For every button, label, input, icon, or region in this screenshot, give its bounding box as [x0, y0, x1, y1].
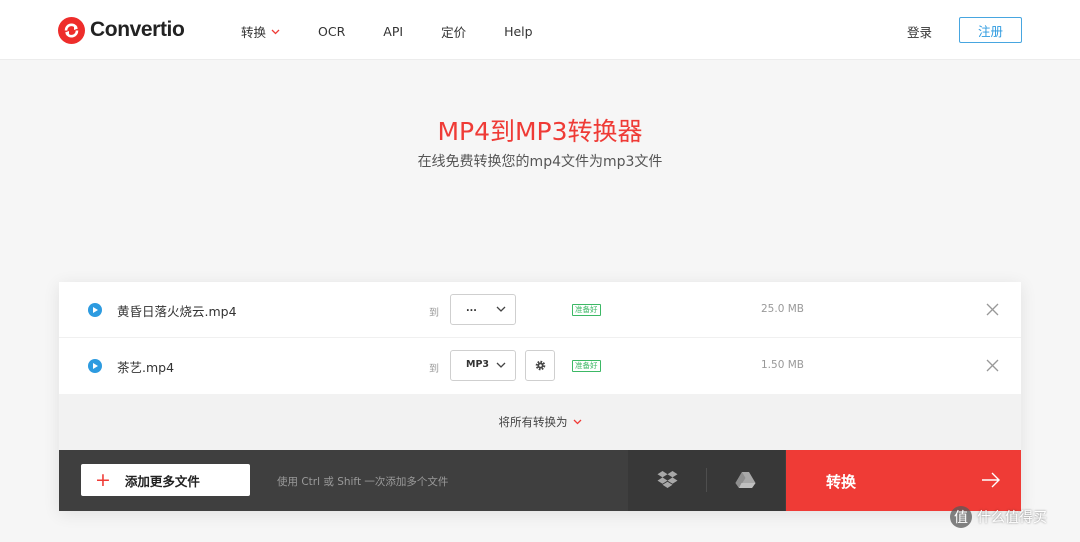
watermark: 值 什么值得买 [950, 506, 1047, 528]
chevron-down-icon [496, 306, 506, 312]
watermark-badge: 值 [950, 506, 972, 528]
page-subtitle: 在线免费转换您的mp4文件为mp3文件 [417, 154, 663, 170]
chevron-down-icon [573, 419, 581, 425]
settings-button[interactable] [525, 350, 555, 381]
add-more-files-button[interactable]: + 添加更多文件 [81, 464, 250, 496]
file-name: 黄昏日落火烧云.mp4 [117, 304, 237, 319]
file-list-panel: 黄昏日落火烧云.mp4 到 ... 准备好 25.0 MB 茶艺.mp4 到 M… [59, 282, 1021, 511]
nav-item-convert[interactable]: 转换 [241, 22, 280, 41]
add-more-files-label: 添加更多文件 [124, 473, 200, 489]
arrow-right-icon [982, 472, 1000, 488]
format-select[interactable]: MP3 [450, 350, 516, 381]
file-size: 1.50 MB [761, 359, 804, 371]
gear-icon [535, 360, 545, 371]
format-select[interactable]: ... [450, 294, 516, 325]
convert-label: 转换 [826, 473, 857, 491]
nav-item-label: 定价 [441, 25, 467, 40]
nav-item-label: 转换 [241, 25, 267, 40]
watermark-text: 什么值得买 [977, 510, 1047, 526]
format-value: ... [466, 303, 477, 314]
nav-item-help[interactable]: Help [504, 24, 533, 39]
convertio-logo-icon [58, 16, 85, 44]
file-row: 茶艺.mp4 到 MP3 准备好 1.50 MB [59, 338, 1021, 394]
convertio-logo[interactable]: Convertio [58, 16, 185, 44]
play-icon[interactable] [88, 303, 102, 317]
file-size: 25.0 MB [761, 303, 804, 315]
page-title: MP4到MP3转换器 [437, 117, 643, 146]
play-icon[interactable] [88, 359, 102, 373]
top-header: Convertio 转换 OCR API 定价 Help 登录 注册 [0, 0, 1080, 60]
nav-item-label: Help [504, 24, 533, 39]
chevron-down-icon [496, 362, 506, 368]
divider [706, 468, 707, 492]
status-badge: 准备好 [572, 360, 601, 372]
format-value: MP3 [466, 359, 490, 370]
nav-item-pricing[interactable]: 定价 [441, 22, 466, 41]
chevron-down-icon [271, 29, 280, 34]
action-bar: + 添加更多文件 使用 Ctrl 或 Shift 一次添加多个文件 转换 [59, 450, 1021, 511]
to-label: 到 [429, 308, 439, 319]
cloud-sources [628, 450, 785, 511]
close-icon[interactable] [985, 302, 1000, 317]
close-icon[interactable] [985, 358, 1000, 373]
login-link[interactable]: 登录 [907, 22, 932, 41]
convert-button[interactable]: 转换 [786, 450, 1021, 511]
nav-item-api[interactable]: API [383, 24, 403, 39]
status-badge: 准备好 [572, 304, 601, 316]
plus-icon: + [95, 468, 111, 491]
convert-all-dropdown[interactable]: 将所有转换为 [59, 394, 1021, 450]
main-nav: 转换 OCR API 定价 Help [241, 22, 571, 41]
nav-item-label: API [383, 24, 404, 39]
dropbox-icon[interactable] [657, 471, 678, 489]
register-button[interactable]: 注册 [959, 17, 1022, 43]
file-row: 黄昏日落火烧云.mp4 到 ... 准备好 25.0 MB [59, 282, 1021, 338]
google-drive-icon[interactable] [735, 471, 756, 489]
nav-item-ocr[interactable]: OCR [318, 24, 345, 39]
file-name: 茶艺.mp4 [117, 360, 175, 375]
multi-select-hint: 使用 Ctrl 或 Shift 一次添加多个文件 [277, 476, 449, 488]
convert-all-label: 将所有转换为 [498, 415, 568, 429]
nav-item-label: OCR [318, 24, 346, 39]
to-label: 到 [429, 364, 439, 375]
brand-name: Convertio [90, 18, 185, 41]
